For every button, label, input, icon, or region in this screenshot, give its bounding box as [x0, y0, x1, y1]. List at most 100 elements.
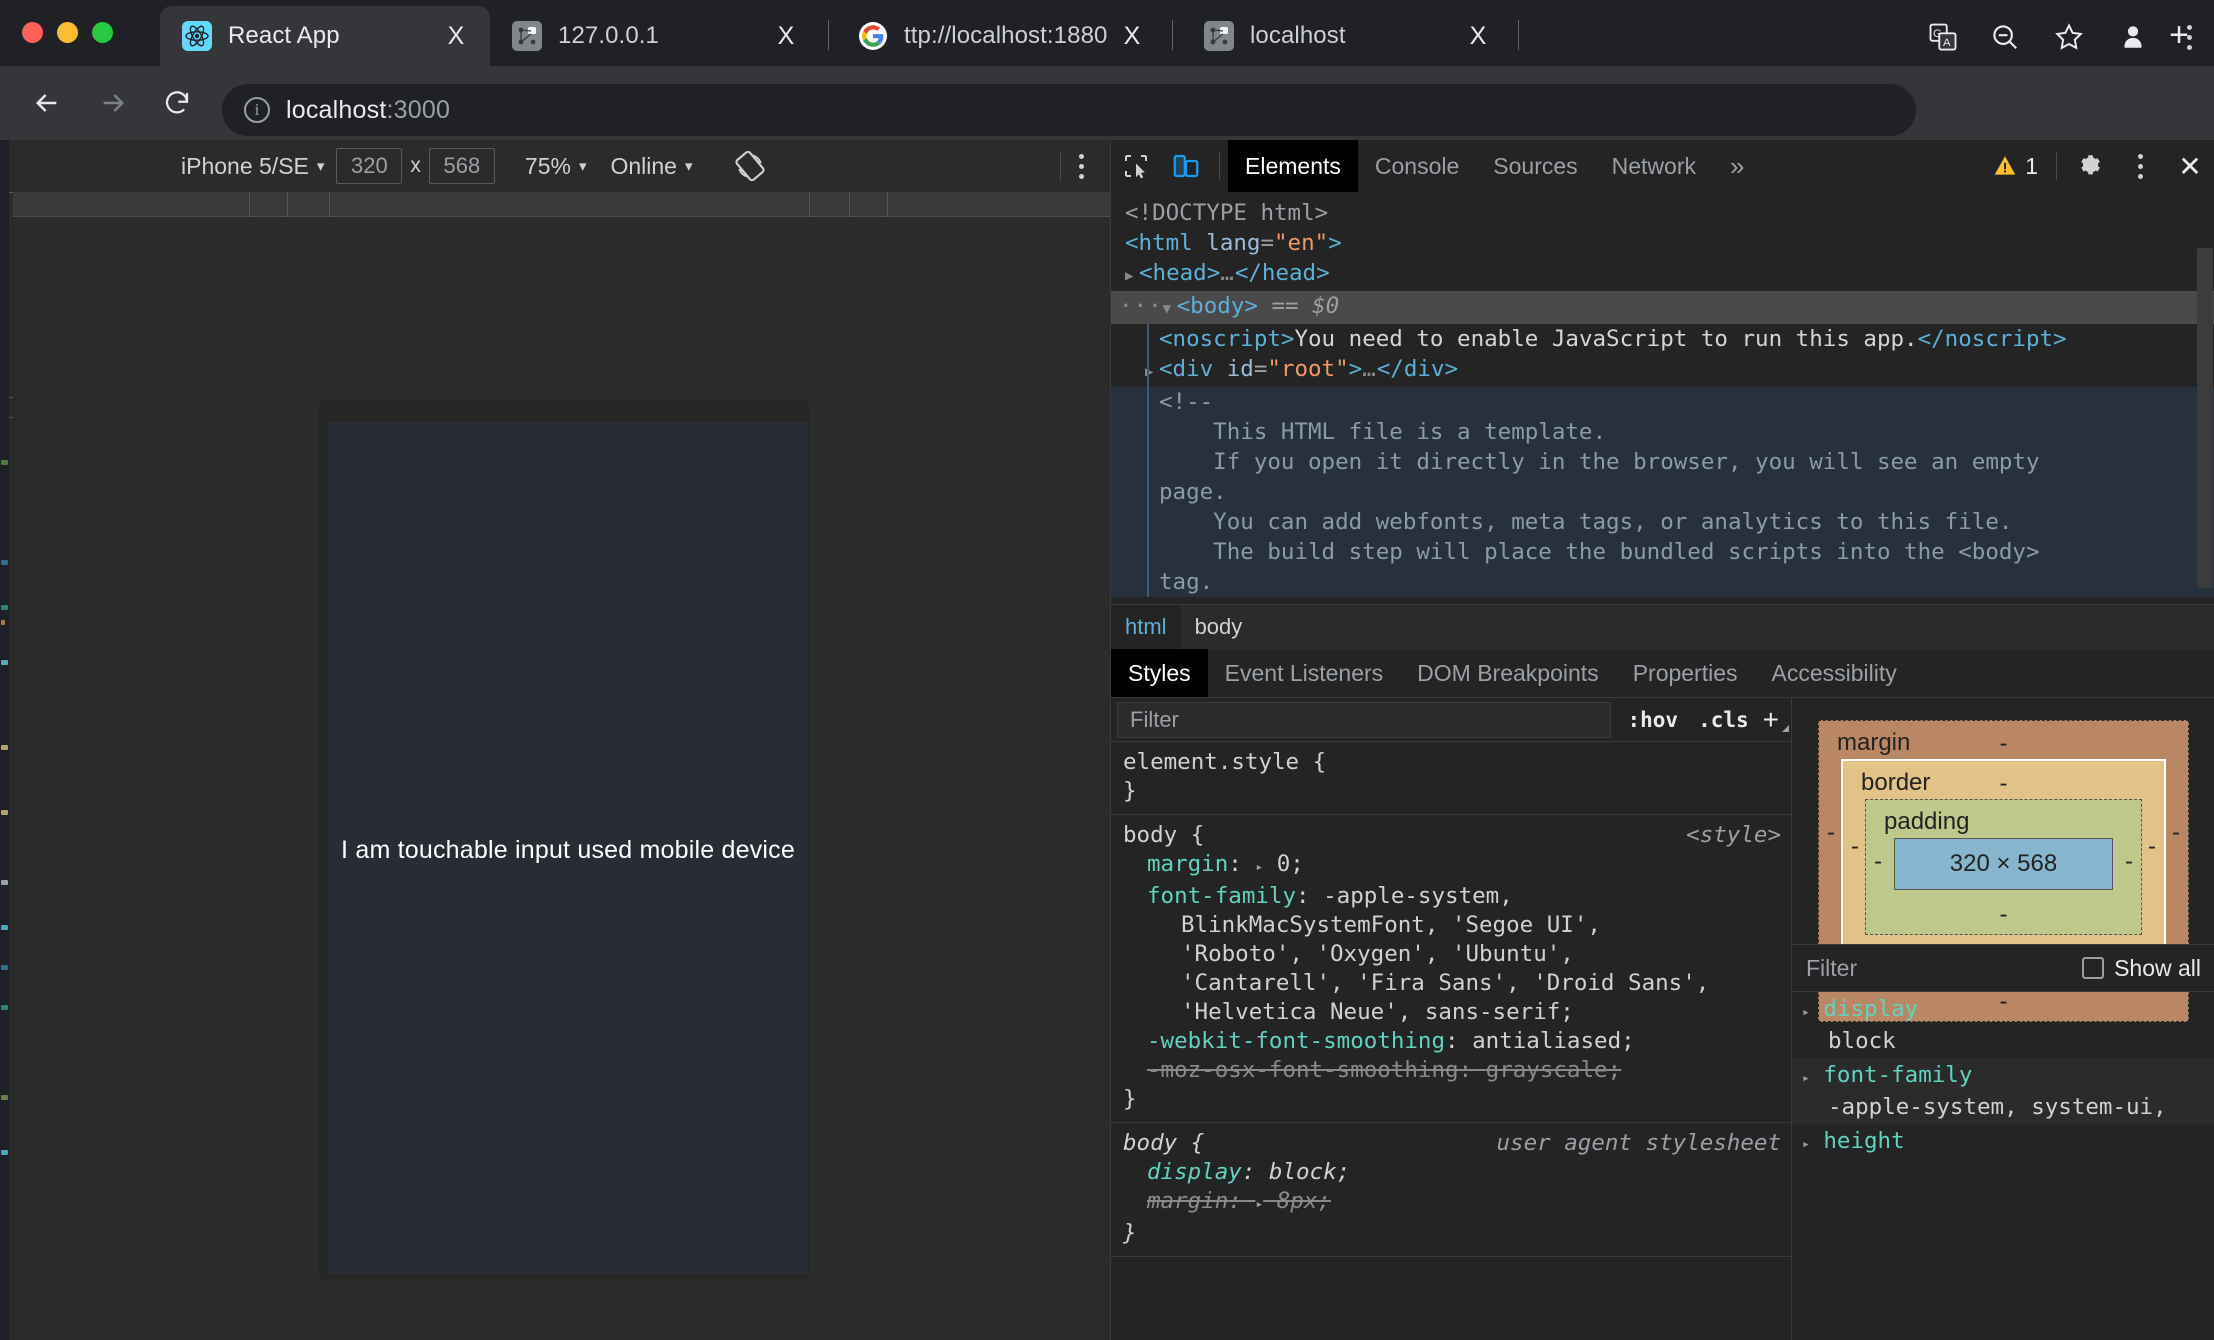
- style-declaration-font-family[interactable]: font-family: -apple-system,: [1111, 882, 1791, 911]
- style-declaration-webkit-font-smoothing[interactable]: -webkit-font-smoothing: antialiased;: [1111, 1027, 1791, 1056]
- more-options-icon[interactable]: [1067, 153, 1110, 179]
- device-toolbar-toggle-icon[interactable]: [1161, 140, 1211, 192]
- browser-tab-google[interactable]: ttp://localhost:1880 - Google X: [836, 6, 1166, 66]
- style-rule-selector[interactable]: body {: [1111, 1129, 1204, 1158]
- dom-tree-scrollbar[interactable]: [2197, 248, 2213, 588]
- translate-icon[interactable]: G A: [1918, 12, 1968, 62]
- breadcrumb-html[interactable]: html: [1111, 604, 1181, 650]
- zoom-out-icon[interactable]: [1980, 12, 2030, 62]
- devtools-menu-icon[interactable]: [2115, 140, 2165, 192]
- style-rule-body-user-agent[interactable]: body { user agent stylesheet display: bl…: [1111, 1123, 1791, 1257]
- close-devtools-icon[interactable]: ✕: [2165, 140, 2214, 192]
- close-tab-button[interactable]: X: [766, 22, 806, 51]
- style-declaration-font-family-cont-3: 'Cantarell', 'Fira Sans', 'Droid Sans',: [1181, 970, 1710, 996]
- tab-event-listeners[interactable]: Event Listeners: [1208, 649, 1401, 697]
- inspect-element-icon[interactable]: [1111, 140, 1161, 192]
- breadcrumb-body[interactable]: body: [1181, 605, 1257, 650]
- style-declaration-margin[interactable]: margin: ▸ 0;: [1111, 850, 1791, 882]
- close-tab-button[interactable]: X: [1458, 22, 1498, 51]
- styles-sidebar-tabs: Styles Event Listeners DOM Breakpoints P…: [1111, 649, 2214, 697]
- new-style-rule-button[interactable]: +: [1759, 704, 1791, 736]
- close-tab-button[interactable]: X: [1112, 22, 1152, 51]
- style-rule-close-brace: }: [1123, 1086, 1137, 1112]
- style-rule-selector[interactable]: element.style {: [1111, 748, 1326, 777]
- box-model-padding-left[interactable]: -: [1874, 848, 1882, 876]
- devtools-panel: Elements Console Sources Network » 1 ✕ <…: [1110, 140, 2214, 1340]
- box-model-margin-left[interactable]: -: [1827, 819, 1835, 847]
- close-window-button[interactable]: [22, 22, 43, 43]
- style-declaration-margin-ua[interactable]: margin: ▸ 8px;: [1111, 1187, 1791, 1219]
- tab-properties[interactable]: Properties: [1616, 649, 1755, 697]
- window-controls[interactable]: [22, 22, 113, 43]
- styles-filter-input[interactable]: Filter: [1117, 701, 1612, 738]
- computed-property-display[interactable]: ▸ display block: [1792, 992, 2214, 1058]
- style-rule-element-style[interactable]: element.style { }: [1111, 742, 1791, 815]
- tab-dom-breakpoints[interactable]: DOM Breakpoints: [1400, 649, 1616, 697]
- dom-line-html[interactable]: <html lang="en">: [1111, 228, 2214, 258]
- style-declaration-font-family-cont-1: BlinkMacSystemFont, 'Segoe UI',: [1181, 912, 1601, 938]
- browser-tab-localhost[interactable]: localhost X: [1182, 6, 1512, 66]
- computed-property-height[interactable]: ▸ height: [1792, 1124, 2214, 1162]
- dom-line-noscript[interactable]: <noscript>You need to enable JavaScript …: [1111, 324, 2214, 354]
- address-bar[interactable]: i localhost:3000: [222, 84, 1916, 136]
- style-declaration-moz-osx-font-smoothing[interactable]: -moz-osx-font-smoothing: grayscale;: [1111, 1056, 1791, 1085]
- computed-filter-input[interactable]: Filter: [1792, 955, 2082, 982]
- box-model-padding-right[interactable]: -: [2125, 848, 2133, 876]
- warning-triangle-icon: [1992, 153, 2018, 179]
- device-viewport[interactable]: I am touchable input used mobile device: [328, 422, 808, 1274]
- rotate-device-icon[interactable]: [721, 149, 779, 183]
- dom-line-comment-0[interactable]: <!--: [1111, 387, 2214, 417]
- tab-title: ttp://localhost:1880 - Google: [904, 22, 1112, 49]
- page-text: I am touchable input used mobile device: [341, 836, 795, 864]
- box-model-margin-right[interactable]: -: [2172, 819, 2180, 847]
- dom-line-head[interactable]: <head>…</head>: [1111, 258, 2214, 291]
- reload-icon[interactable]: [152, 78, 202, 128]
- tab-network[interactable]: Network: [1595, 140, 1713, 192]
- profile-avatar-icon[interactable]: [2108, 12, 2158, 62]
- box-model-border-right[interactable]: -: [2148, 833, 2156, 861]
- browser-tab-react-app[interactable]: React App X: [160, 6, 490, 66]
- style-rule-selector[interactable]: body {: [1111, 821, 1204, 850]
- more-panels-button[interactable]: »: [1713, 140, 1761, 192]
- close-tab-button[interactable]: X: [436, 22, 476, 51]
- box-model-padding-bottom[interactable]: -: [1872, 902, 2135, 928]
- dom-line-doctype[interactable]: <!DOCTYPE html>: [1111, 198, 2214, 228]
- horizontal-ruler: [9, 192, 1110, 217]
- tab-sources[interactable]: Sources: [1476, 140, 1594, 192]
- device-emulation-pane: iPhone 5/SE ▾ 320 x 568 75% ▾ Online ▾ I…: [9, 140, 1110, 1340]
- throttling-select[interactable]: Online ▾: [598, 153, 704, 180]
- device-width-input[interactable]: 320: [336, 148, 403, 184]
- style-declaration-display[interactable]: display: block;: [1111, 1158, 1791, 1187]
- cls-toggle-button[interactable]: .cls: [1688, 708, 1759, 732]
- back-arrow-icon[interactable]: [22, 78, 72, 128]
- tab-styles[interactable]: Styles: [1111, 649, 1208, 697]
- warning-count[interactable]: 1: [1982, 153, 2048, 180]
- info-circle-icon[interactable]: i: [244, 97, 270, 123]
- box-model-content-size[interactable]: 320 × 568: [1894, 838, 2113, 890]
- dom-line-comment-3: page.: [1111, 477, 2214, 507]
- device-select[interactable]: iPhone 5/SE ▾: [169, 153, 336, 180]
- tab-console[interactable]: Console: [1358, 140, 1476, 192]
- gear-icon[interactable]: [2065, 140, 2115, 192]
- box-model-border-left[interactable]: -: [1851, 833, 1859, 861]
- dom-tree[interactable]: <!DOCTYPE html> <html lang="en"> <head>……: [1111, 192, 2214, 604]
- bookmark-star-icon[interactable]: [2044, 12, 2094, 62]
- maximize-window-button[interactable]: [92, 22, 113, 43]
- style-rule-origin[interactable]: <style>: [1686, 821, 1791, 850]
- chrome-menu-icon[interactable]: [2164, 12, 2214, 62]
- device-height-input[interactable]: 568: [428, 148, 495, 184]
- hov-toggle-button[interactable]: :hov: [1617, 708, 1688, 732]
- dom-line-body-selected[interactable]: ···<body> == $0: [1111, 291, 2214, 324]
- show-all-toggle[interactable]: Show all: [2082, 955, 2214, 982]
- box-model-padding[interactable]: padding 320 × 568 - - -: [1865, 799, 2142, 935]
- style-rule-body-style[interactable]: body { <style> margin: ▸ 0; font-family:…: [1111, 815, 1791, 1123]
- computed-properties-list[interactable]: ▸ display block ▸ font-family -apple-sys…: [1792, 992, 2214, 1340]
- tab-accessibility[interactable]: Accessibility: [1755, 649, 1914, 697]
- computed-property-font-family[interactable]: ▸ font-family -apple-system, system-ui,: [1792, 1058, 2214, 1124]
- browser-tab-127-0-0-1[interactable]: 127.0.0.1 X: [490, 6, 820, 66]
- dom-line-div-root[interactable]: <div id="root">…</div>: [1111, 354, 2214, 387]
- minimize-window-button[interactable]: [57, 22, 78, 43]
- show-all-checkbox[interactable]: [2082, 957, 2105, 979]
- zoom-select[interactable]: 75% ▾: [513, 153, 599, 180]
- tab-elements[interactable]: Elements: [1228, 140, 1358, 192]
